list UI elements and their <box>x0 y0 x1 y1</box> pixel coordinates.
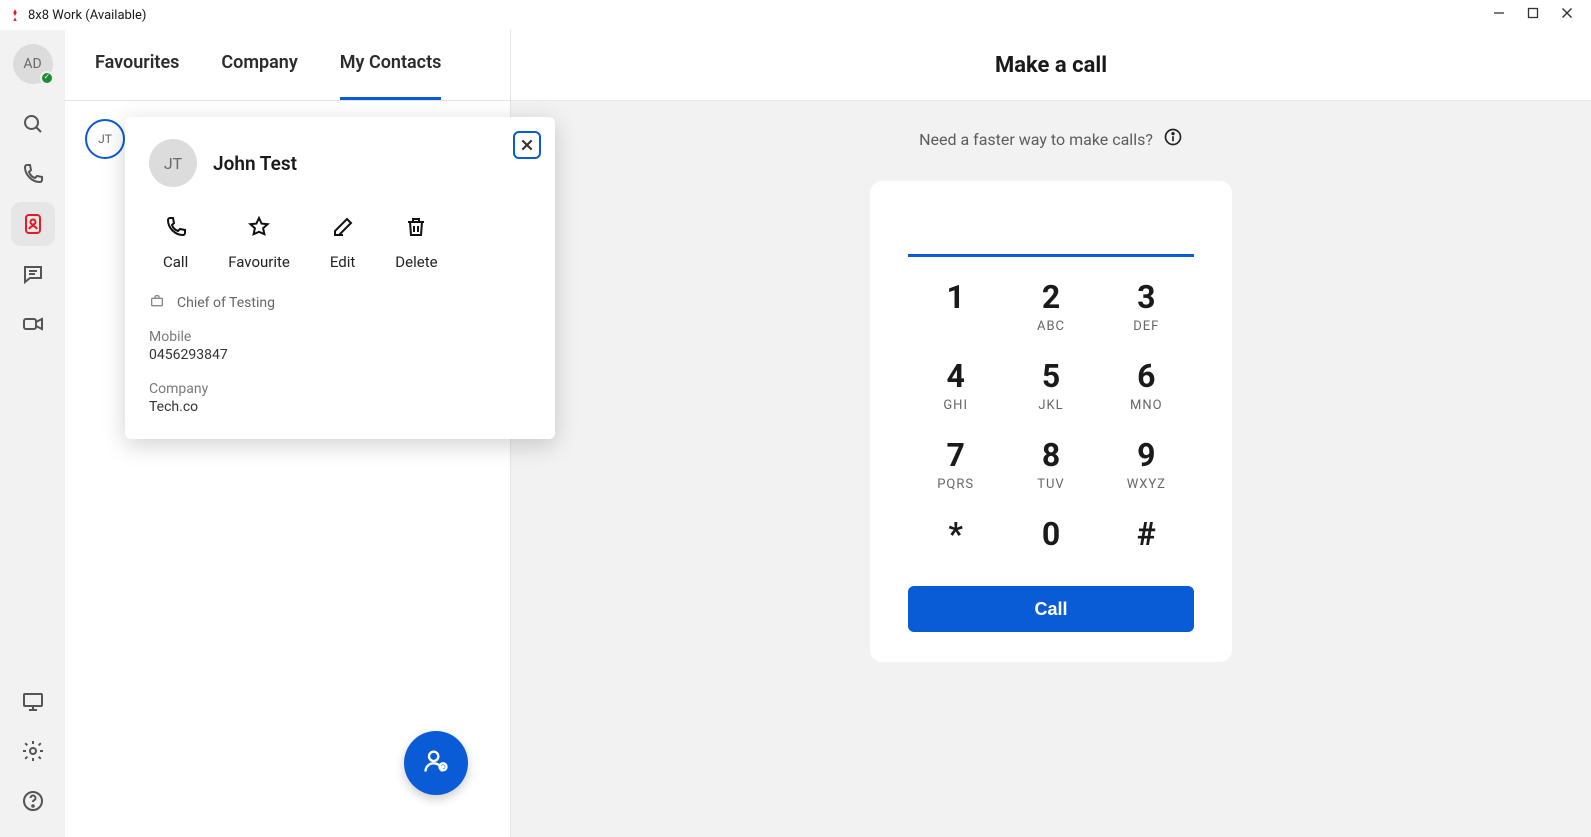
key-num: 4 <box>946 360 964 392</box>
maximize-button[interactable] <box>1527 7 1539 23</box>
nav-contacts[interactable] <box>11 202 55 246</box>
call-button[interactable]: Call <box>908 586 1194 632</box>
briefcase-icon <box>149 293 165 313</box>
key-letters: TUV <box>1037 477 1064 492</box>
key-1[interactable]: 1 <box>908 281 1003 334</box>
popover-delete-button[interactable]: Delete <box>395 215 437 271</box>
key-num: * <box>948 518 963 550</box>
popover-favourite-button[interactable]: Favourite <box>228 215 290 271</box>
phone-icon <box>164 215 188 243</box>
popover-close-button[interactable] <box>513 131 541 159</box>
dialer-hint: Need a faster way to make calls? <box>919 130 1153 149</box>
key-num: 8 <box>1042 439 1060 471</box>
key-num: 2 <box>1042 281 1060 313</box>
nav-video[interactable] <box>11 302 55 346</box>
keypad: 1 2 ABC 3 DEF 4 GHI 5 JKL 6 MNO 7 PQRS 8 TUV 9 WXYZ * 0 # <box>908 281 1194 556</box>
user-avatar[interactable]: AD <box>13 44 53 84</box>
popover-avatar: JT <box>149 139 197 187</box>
popover-call-label: Call <box>163 253 188 271</box>
key-2[interactable]: 2 ABC <box>1003 281 1098 334</box>
tab-company[interactable]: Company <box>221 52 297 100</box>
popover-job-title: Chief of Testing <box>177 295 275 311</box>
key-letters: MNO <box>1130 398 1163 413</box>
key-5[interactable]: 5 JKL <box>1003 360 1098 413</box>
key-num: 7 <box>946 439 964 471</box>
dial-input[interactable] <box>908 211 1194 257</box>
key-num: 9 <box>1137 439 1155 471</box>
key-num: 5 <box>1042 360 1060 392</box>
key-letters: ABC <box>1037 319 1065 334</box>
dialer-title: Make a call <box>995 53 1107 78</box>
contacts-tabs: Favourites Company My Contacts <box>65 30 510 101</box>
key-0[interactable]: 0 <box>1003 518 1098 556</box>
window-title: 8x8 Work (Available) <box>28 8 146 23</box>
nav-help[interactable] <box>11 779 55 823</box>
popover-mobile-value: 0456293847 <box>149 347 531 363</box>
key-letters: WXYZ <box>1127 477 1166 492</box>
popover-company-value: Tech.co <box>149 399 531 415</box>
info-icon[interactable] <box>1163 127 1183 151</box>
add-contact-fab[interactable] <box>404 731 468 795</box>
dialer-card: 1 2 ABC 3 DEF 4 GHI 5 JKL 6 MNO 7 PQRS 8 TUV 9 WXYZ * 0 # C… <box>870 181 1232 662</box>
nav-desktop[interactable] <box>11 679 55 723</box>
popover-contact-name: John Test <box>213 152 297 175</box>
nav-settings[interactable] <box>11 729 55 773</box>
key-num: 3 <box>1137 281 1155 313</box>
key-letters: GHI <box>943 398 968 413</box>
key-letters: JKL <box>1038 398 1063 413</box>
popover-edit-label: Edit <box>330 253 355 271</box>
key-num: 0 <box>1042 518 1060 550</box>
tab-favourites[interactable]: Favourites <box>95 52 179 100</box>
nav-messages[interactable] <box>11 252 55 296</box>
contact-popover: JT John Test Call Fav <box>125 117 555 439</box>
popover-avatar-initials: JT <box>164 154 182 173</box>
contacts-pane: Favourites Company My Contacts JT JT Joh… <box>65 30 511 837</box>
nav-calls[interactable] <box>11 152 55 196</box>
trash-icon <box>404 215 428 243</box>
dialer-pane: Make a call Need a faster way to make ca… <box>511 30 1591 837</box>
presence-available-icon <box>40 71 54 85</box>
key-num: 1 <box>946 281 964 313</box>
popover-mobile-label: Mobile <box>149 329 531 345</box>
key-6[interactable]: 6 MNO <box>1099 360 1194 413</box>
contact-list: JT JT John Test <box>65 101 510 177</box>
key-7[interactable]: 7 PQRS <box>908 439 1003 492</box>
key-#[interactable]: # <box>1099 518 1194 556</box>
nav-search[interactable] <box>11 102 55 146</box>
key-num: 6 <box>1137 360 1155 392</box>
key-9[interactable]: 9 WXYZ <box>1099 439 1194 492</box>
key-3[interactable]: 3 DEF <box>1099 281 1194 334</box>
popover-delete-label: Delete <box>395 253 437 271</box>
contact-chip[interactable]: JT <box>85 119 125 159</box>
pencil-icon <box>331 215 355 243</box>
add-user-icon <box>422 747 450 779</box>
popover-edit-button[interactable]: Edit <box>330 215 355 271</box>
popover-call-button[interactable]: Call <box>163 215 188 271</box>
key-letters: PQRS <box>937 477 974 492</box>
titlebar: 8x8 Work (Available) <box>0 0 1591 30</box>
contact-chip-initials: JT <box>98 132 112 146</box>
star-icon <box>247 215 271 243</box>
user-avatar-initials: AD <box>23 56 41 72</box>
tab-my-contacts[interactable]: My Contacts <box>340 52 442 100</box>
popover-job-title-row: Chief of Testing <box>149 293 531 313</box>
key-4[interactable]: 4 GHI <box>908 360 1003 413</box>
key-letters: DEF <box>1133 319 1159 334</box>
key-8[interactable]: 8 TUV <box>1003 439 1098 492</box>
minimize-button[interactable] <box>1493 7 1505 23</box>
key-*[interactable]: * <box>908 518 1003 556</box>
app-logo-icon <box>8 8 22 22</box>
close-button[interactable] <box>1561 7 1573 23</box>
nav-rail: AD <box>0 30 65 837</box>
popover-company-label: Company <box>149 381 531 397</box>
key-num: # <box>1137 518 1156 550</box>
popover-favourite-label: Favourite <box>228 253 290 271</box>
